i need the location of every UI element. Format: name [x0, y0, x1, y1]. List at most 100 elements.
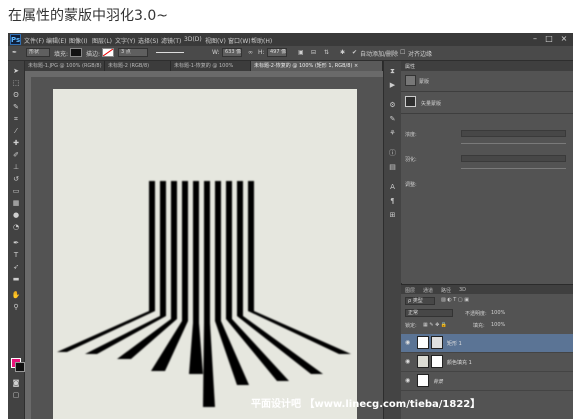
- kind-filter-select[interactable]: ρ 类型: [405, 297, 435, 305]
- width-field[interactable]: 633 像: [222, 48, 242, 57]
- menu-3d[interactable]: 3D(D): [184, 36, 202, 43]
- path-align-icon[interactable]: ⊟: [311, 49, 316, 56]
- pen-tool-icon[interactable]: ✒: [12, 49, 17, 56]
- document-tabs: 未标题-1.JPG @ 100% (RGB/8) 未标题-2 (RGB/8) 未…: [25, 61, 383, 71]
- rectangle-tool-icon[interactable]: ▬: [11, 275, 21, 284]
- no-stroke-icon: [103, 49, 113, 56]
- stroke-swatch[interactable]: [102, 48, 114, 57]
- actions-icon[interactable]: ▶: [387, 81, 398, 90]
- tools-panel: ➤ ⬚ ʘ ✎ ⌗ ⁄ ✚ ✐ ⊥ ↺ ▭ ▦ ● ◔ ✒ T ➶ ▬ ✋ ⚲ …: [8, 61, 25, 419]
- eye-icon[interactable]: ◉: [405, 377, 410, 384]
- quick-select-tool-icon[interactable]: ✎: [11, 103, 21, 112]
- tab-document-3[interactable]: 未标题-1-恢复的 @ 100%: [171, 61, 251, 71]
- gear-icon[interactable]: ✱: [340, 49, 345, 56]
- crop-tool-icon[interactable]: ⌗: [11, 115, 21, 124]
- dodge-tool-icon[interactable]: ◔: [11, 223, 21, 232]
- opacity-value[interactable]: 100%: [491, 310, 505, 316]
- menu-view[interactable]: 视图(V): [205, 36, 226, 45]
- history-icon[interactable]: ⧗: [387, 67, 398, 76]
- lasso-tool-icon[interactable]: ʘ: [11, 91, 21, 100]
- menu-file[interactable]: 文件(F): [24, 36, 44, 45]
- menu-image[interactable]: 图像(I): [69, 36, 87, 45]
- path-arrange-icon[interactable]: ⇅: [324, 49, 329, 56]
- opacity-label: 不透明度:: [465, 311, 487, 317]
- marquee-tool-icon[interactable]: ⬚: [11, 79, 21, 88]
- feather-slider[interactable]: [461, 168, 566, 169]
- tab-document-active[interactable]: 未标题-2-恢复的 @ 100% (矩形 1, RGB/8) ×: [251, 61, 383, 71]
- vector-mask-icon[interactable]: [405, 96, 416, 107]
- brush-settings-icon[interactable]: ✎: [387, 115, 398, 124]
- screen-mode-icon[interactable]: ▢: [11, 391, 21, 400]
- tab-document-1[interactable]: 未标题-1.JPG @ 100% (RGB/8): [25, 61, 105, 71]
- minimize-icon[interactable]: –: [529, 34, 541, 44]
- quick-mask-icon[interactable]: ◙: [11, 379, 21, 388]
- layer-row[interactable]: ◉ 背景: [401, 372, 573, 391]
- layer-comps-icon[interactable]: ▤: [387, 163, 398, 172]
- align-edges-checkbox[interactable]: ☐: [400, 49, 405, 56]
- density-slider[interactable]: [461, 143, 566, 144]
- app-logo: Ps: [10, 34, 21, 45]
- stroke-type-line[interactable]: [156, 52, 184, 53]
- menu-select[interactable]: 选择(S): [138, 36, 159, 45]
- link-icon[interactable]: ∞: [248, 49, 253, 56]
- history-brush-tool-icon[interactable]: ↺: [11, 175, 21, 184]
- shape-mode-select[interactable]: 形状: [26, 48, 50, 57]
- path-operations-icon[interactable]: ▣: [298, 49, 304, 56]
- properties-panel: 属性 蒙版 矢量蒙版 浓度: 羽化: 调整:: [401, 61, 573, 283]
- height-field[interactable]: 497 像: [267, 48, 287, 57]
- menu-edit[interactable]: 编辑(E): [46, 36, 66, 45]
- brush-tool-icon[interactable]: ✐: [11, 151, 21, 160]
- tab-paths[interactable]: 路径: [441, 287, 451, 294]
- layer-row[interactable]: ◉ 颜色填充 1: [401, 353, 573, 372]
- eyedropper-tool-icon[interactable]: ⁄: [11, 127, 21, 136]
- zoom-tool-icon[interactable]: ⚲: [11, 303, 21, 312]
- feather-field[interactable]: [461, 155, 566, 162]
- info-icon[interactable]: ⓘ: [387, 149, 398, 158]
- layer-row[interactable]: ◉ 矩形 1: [401, 334, 573, 353]
- background-color-swatch[interactable]: [15, 362, 25, 372]
- menu-type[interactable]: 文字(Y): [115, 36, 135, 45]
- tab-layers[interactable]: 图层: [405, 287, 415, 294]
- filter-icons[interactable]: ▨ ◐ T ▢ ▣: [441, 297, 469, 303]
- tab-document-2[interactable]: 未标题-2 (RGB/8): [105, 61, 171, 71]
- eraser-tool-icon[interactable]: ▭: [11, 187, 21, 196]
- lock-label: 锁定:: [405, 323, 417, 329]
- density-label: 浓度:: [405, 132, 417, 138]
- eye-icon[interactable]: ◉: [405, 358, 410, 365]
- menu-help[interactable]: 帮助(H): [251, 36, 272, 45]
- maximize-icon[interactable]: □: [543, 34, 555, 44]
- auto-add-delete-checkbox[interactable]: ✔: [352, 49, 357, 56]
- stamp-tool-icon[interactable]: ⊥: [11, 163, 21, 172]
- menu-window[interactable]: 窗口(W): [228, 36, 251, 45]
- feather-label: 羽化:: [405, 157, 417, 163]
- eye-icon[interactable]: ◉: [405, 339, 410, 346]
- document-canvas[interactable]: [53, 89, 357, 419]
- stroke-width-field[interactable]: 3 点: [118, 48, 148, 57]
- close-icon[interactable]: ×: [558, 34, 570, 44]
- blur-tool-icon[interactable]: ●: [11, 211, 21, 220]
- pen-tool-icon[interactable]: ✒: [11, 239, 21, 248]
- paragraph-icon[interactable]: ¶: [387, 197, 398, 206]
- navigator-icon[interactable]: ⊞: [387, 211, 398, 220]
- mask-thumbnail-icon: [405, 75, 416, 86]
- blend-mode-select[interactable]: 正常: [405, 309, 453, 317]
- hand-tool-icon[interactable]: ✋: [11, 291, 21, 300]
- gradient-tool-icon[interactable]: ▦: [11, 199, 21, 208]
- path-select-tool-icon[interactable]: ➶: [11, 263, 21, 272]
- move-tool-icon[interactable]: ➤: [11, 67, 21, 76]
- character-icon[interactable]: A: [387, 183, 398, 192]
- tab-3d[interactable]: 3D: [459, 287, 466, 293]
- fill-swatch[interactable]: [70, 48, 82, 57]
- tab-channels[interactable]: 通道: [423, 287, 433, 294]
- lock-icons[interactable]: ▦ ✎ ✥ 🔒: [423, 322, 447, 328]
- adjust-icon[interactable]: ⚙: [387, 101, 398, 110]
- type-tool-icon[interactable]: T: [11, 251, 21, 260]
- menu-filter[interactable]: 滤镜(T): [161, 36, 181, 45]
- photoshop-window: Ps 文件(F) 编辑(E) 图像(I) 图层(L) 文字(Y) 选择(S) 滤…: [8, 33, 573, 419]
- clone-source-icon[interactable]: ⚘: [387, 129, 398, 138]
- fill-value[interactable]: 100%: [491, 322, 505, 328]
- healing-tool-icon[interactable]: ✚: [11, 139, 21, 148]
- density-field[interactable]: [461, 130, 566, 137]
- menu-layer[interactable]: 图层(L): [92, 36, 112, 45]
- properties-tab[interactable]: 属性: [401, 61, 573, 71]
